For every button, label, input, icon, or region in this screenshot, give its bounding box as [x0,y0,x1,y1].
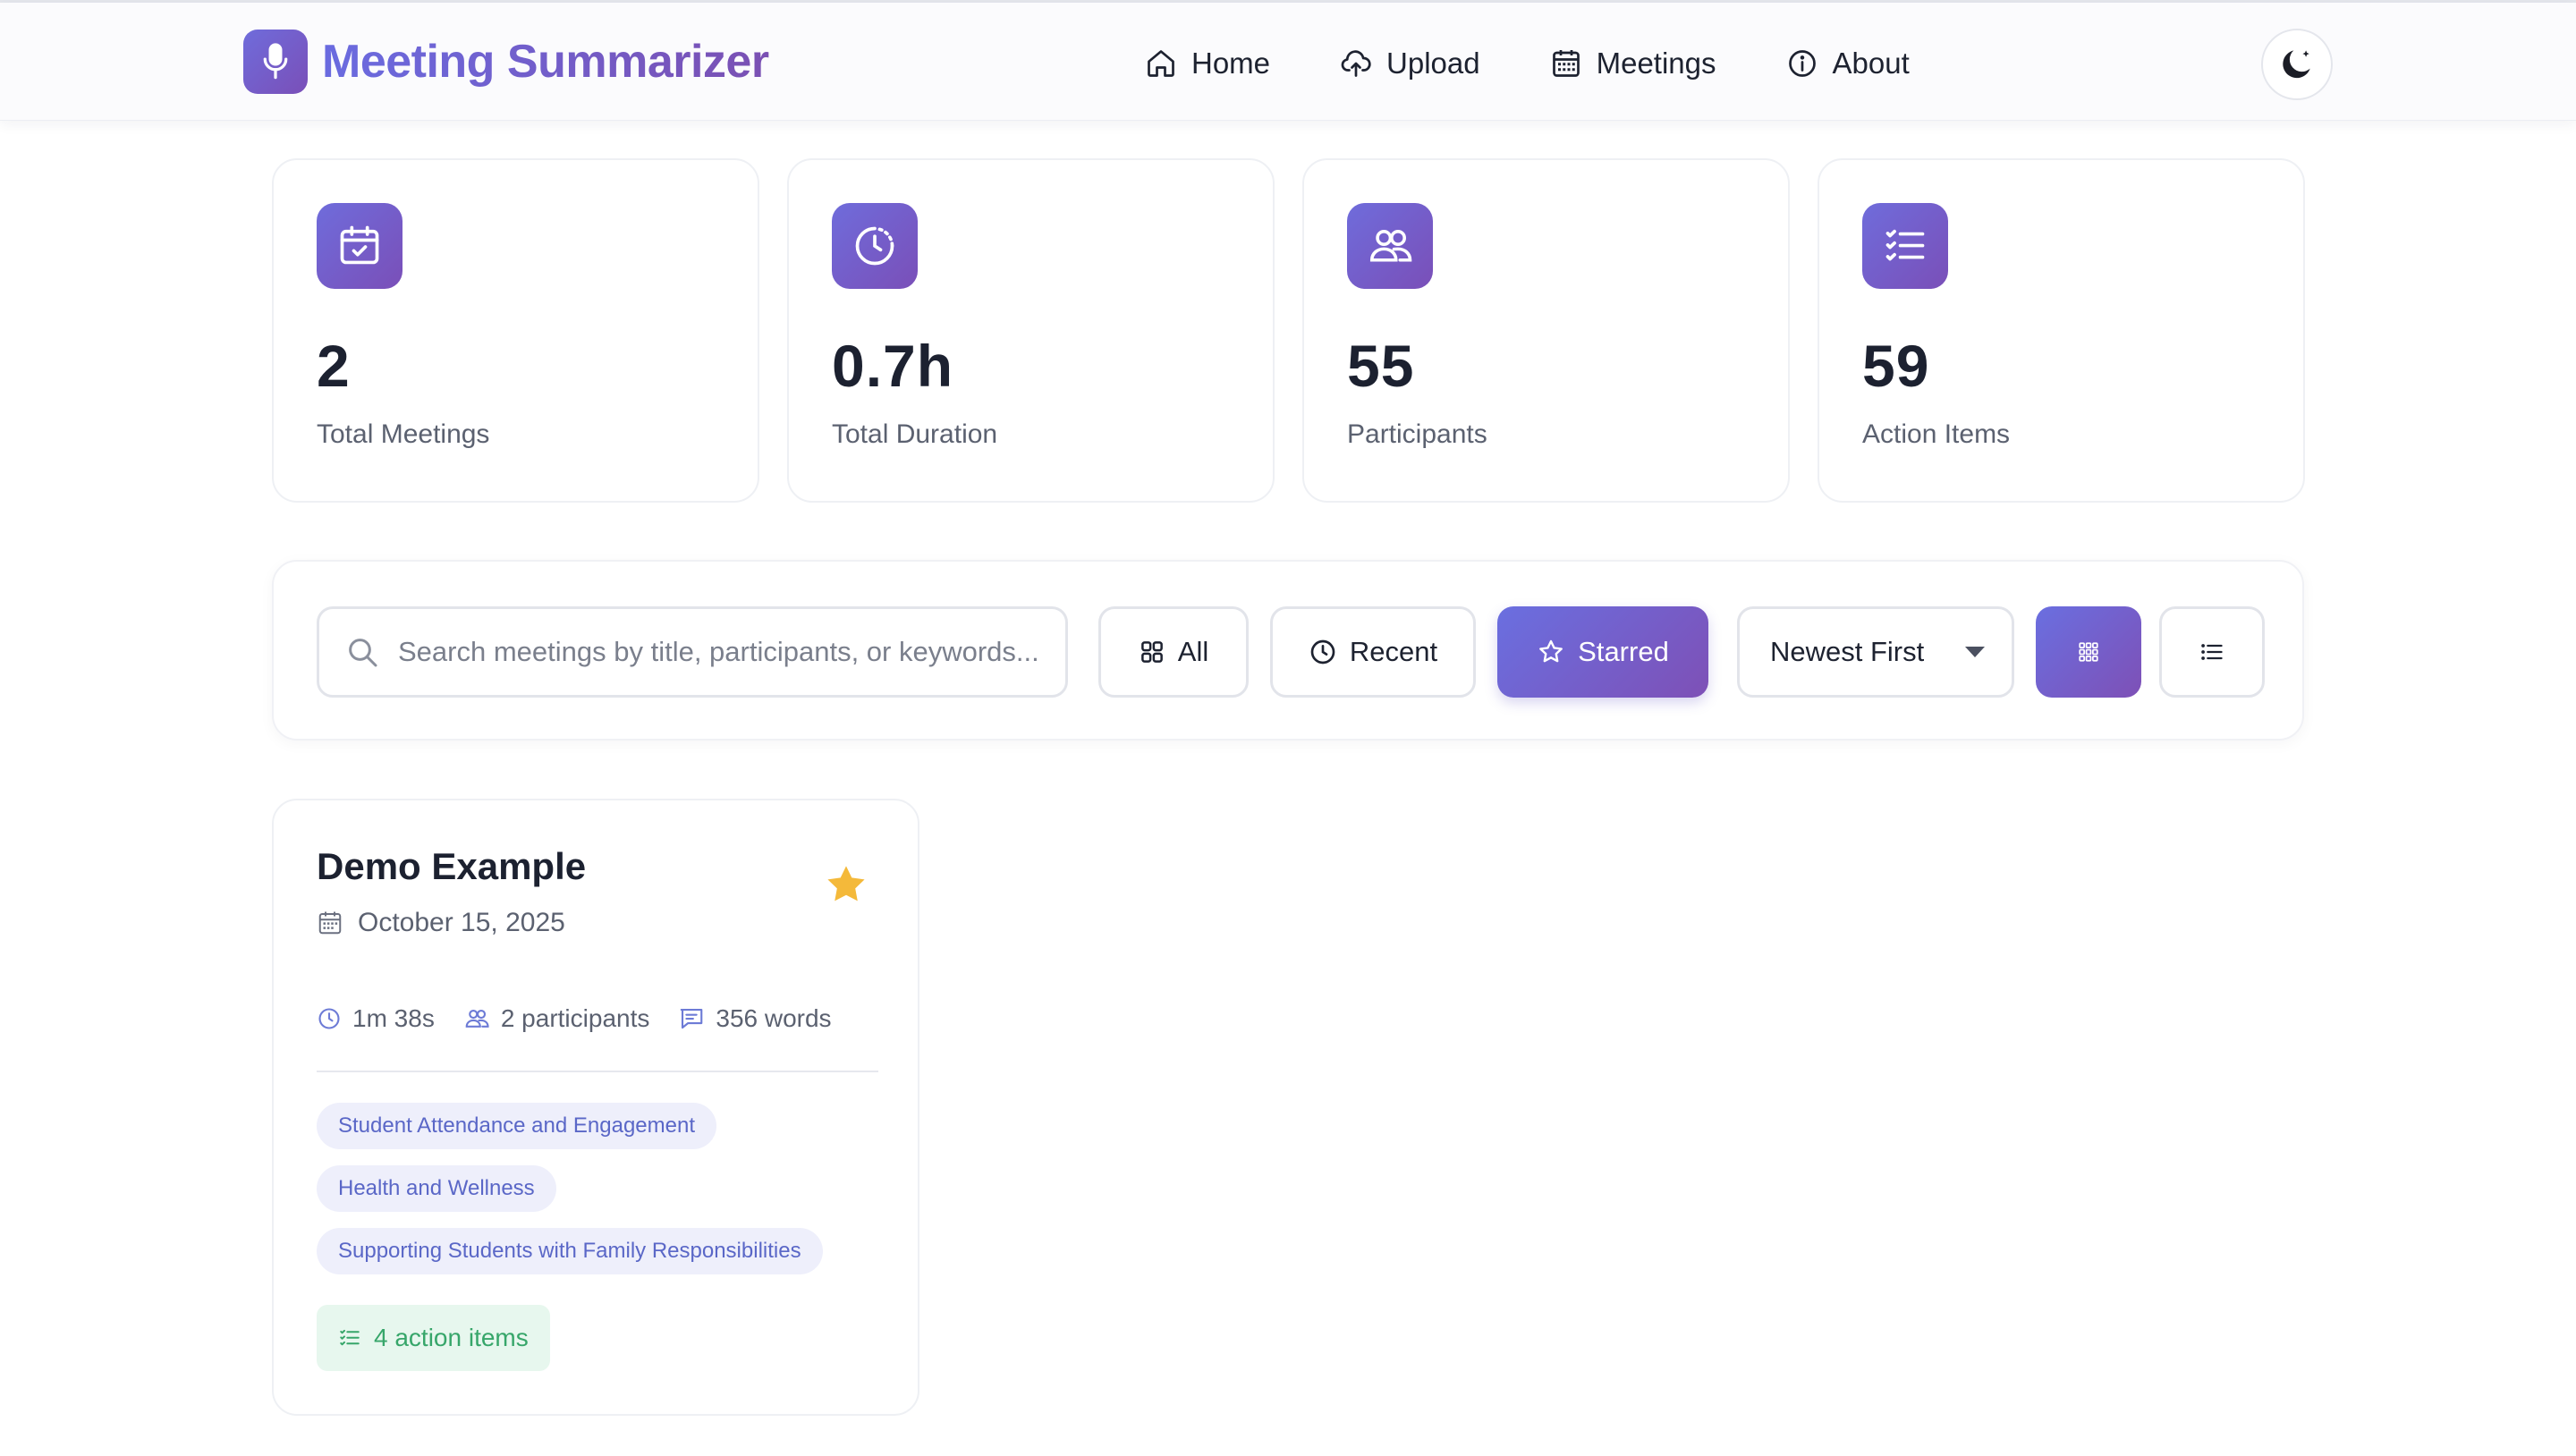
search-input[interactable] [398,636,1042,668]
filter-starred-label: Starred [1578,636,1669,667]
stat-card-total-meetings: 2 Total Meetings [272,158,759,503]
nav-label-home: Home [1191,47,1271,80]
search-icon [344,634,380,670]
stat-value: 55 [1347,333,1415,399]
stat-label: Action Items [1862,419,2011,449]
filter-recent-button[interactable]: Recent [1270,606,1476,698]
nav-item-home[interactable]: Home [1145,47,1270,80]
stat-card-participants: 55 Participants [1302,158,1790,503]
list-view-button[interactable] [2159,606,2265,698]
search-box[interactable] [317,606,1068,698]
calendar-icon [1550,47,1582,80]
stat-value: 0.7h [832,333,954,399]
meeting-participants: 2 participants [463,1004,650,1033]
topic-tag[interactable]: Health and Wellness [317,1165,556,1212]
cloud-upload-icon [1340,47,1372,80]
meeting-duration-text: 1m 38s [352,1004,435,1032]
filter-toolbar: All Recent Starred Newest First [272,560,2304,741]
stat-value: 2 [317,333,351,399]
nav-item-upload[interactable]: Upload [1340,47,1480,80]
list-view-icon [2199,639,2224,665]
calendar-icon [317,910,343,936]
grid-icon [1139,639,1165,665]
clock-icon [1309,638,1337,666]
nav-label-about: About [1832,47,1910,80]
meeting-card[interactable]: Demo Example October 15, 2025 1m 38s 2 p… [272,799,919,1416]
moon-icon [2277,45,2317,84]
stat-value: 59 [1862,333,1930,399]
stat-label: Total Meetings [317,419,490,449]
meeting-meta: 1m 38s 2 participants 356 words [317,1004,860,1033]
filter-recent-label: Recent [1349,636,1438,667]
nav-label-meetings: Meetings [1596,47,1716,80]
chevron-down-icon [1963,644,1987,660]
users-icon [463,1005,490,1032]
app-header: Meeting Summarizer Home Upload Meetings … [0,3,2576,121]
microphone-icon [243,30,308,94]
meeting-words: 356 words [678,1004,832,1033]
calendar-check-icon [317,203,402,289]
action-items-text: 4 action items [374,1324,529,1351]
meeting-participants-text: 2 participants [500,1004,650,1032]
meeting-date: October 15, 2025 [317,908,565,938]
meeting-date-text: October 15, 2025 [358,908,565,937]
filter-starred-button[interactable]: Starred [1497,606,1708,698]
star-icon [1537,638,1565,666]
message-icon [678,1005,705,1032]
nav-label-upload: Upload [1386,47,1480,80]
divider [317,1071,878,1072]
meeting-duration: 1m 38s [317,1004,435,1033]
filter-all-label: All [1177,636,1209,667]
theme-toggle-button[interactable] [2261,29,2333,100]
info-icon [1786,47,1818,80]
stat-label: Participants [1347,419,1487,449]
topic-tag[interactable]: Student Attendance and Engagement [317,1103,716,1149]
app-title: Meeting Summarizer [322,36,769,88]
star-icon[interactable] [823,861,869,908]
sort-selected-value: Newest First [1770,636,1925,667]
users-icon [1347,203,1433,289]
list-check-icon [338,1326,361,1350]
nav-item-about[interactable]: About [1786,47,1910,80]
main-nav: Home Upload Meetings About [1145,38,1910,89]
grid-view-button[interactable] [2036,606,2141,698]
stat-card-total-duration: 0.7h Total Duration [787,158,1275,503]
stat-card-action-items: 59 Action Items [1818,158,2305,503]
filter-all-button[interactable]: All [1098,606,1249,698]
clock-icon [317,1006,342,1031]
home-icon [1145,47,1177,80]
sort-select[interactable]: Newest First [1737,606,2014,698]
meeting-title: Demo Example [317,845,587,887]
action-items-badge[interactable]: 4 action items [317,1305,550,1371]
grid-view-icon [2077,640,2100,664]
list-check-icon [1862,203,1948,289]
topic-tag[interactable]: Supporting Students with Family Responsi… [317,1228,823,1274]
brand[interactable]: Meeting Summarizer [243,29,769,95]
nav-item-meetings[interactable]: Meetings [1550,47,1716,80]
stat-label: Total Duration [832,419,998,449]
meeting-words-text: 356 words [716,1004,832,1032]
clock-icon [832,203,918,289]
